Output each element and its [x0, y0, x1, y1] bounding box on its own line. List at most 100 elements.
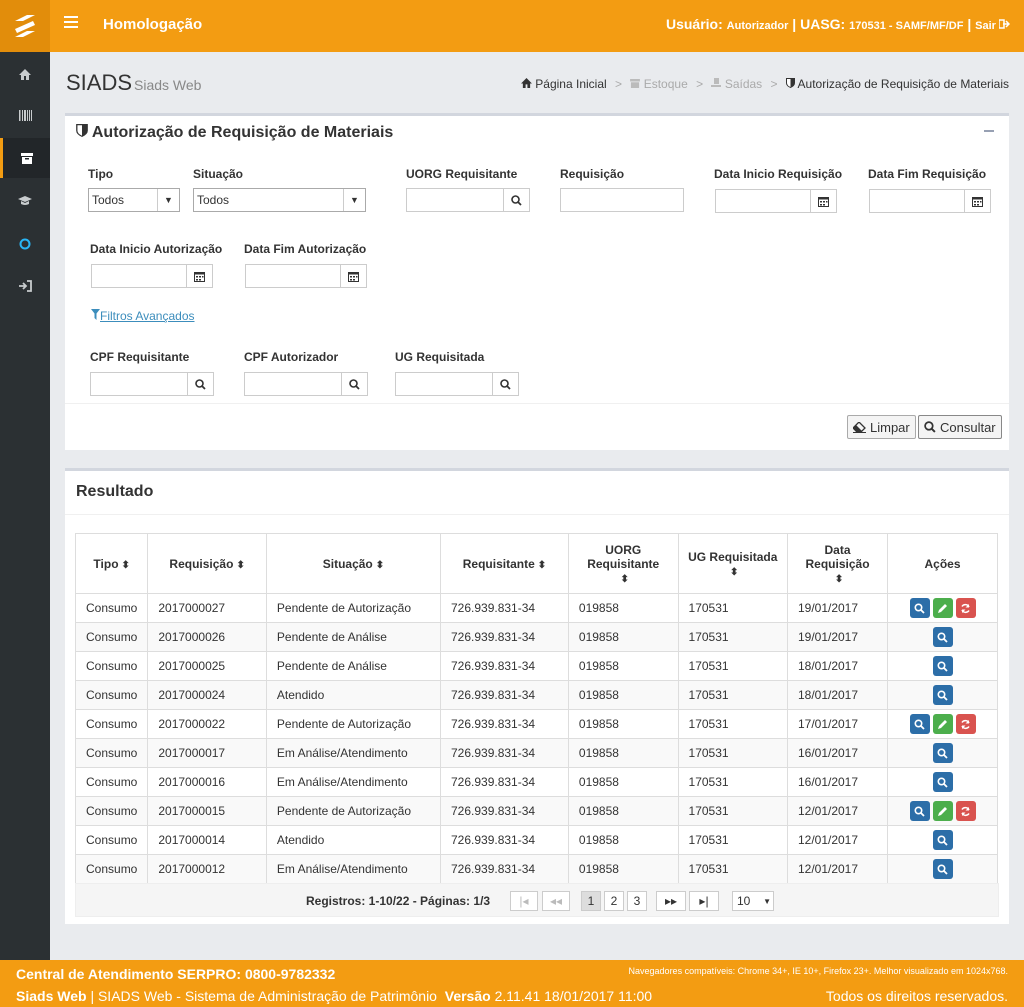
- data-fim-autorizacao-input[interactable]: [245, 264, 367, 288]
- cell-actions: [887, 680, 998, 710]
- results-table: Tipo ⬍ Requisição ⬍ Situação ⬍ Requisitante…: [74, 533, 998, 884]
- page-1-button[interactable]: 1: [581, 891, 601, 911]
- data-fim-requisicao-label: Data Fim Requisição: [868, 167, 987, 181]
- page-size-select[interactable]: 10 ▼: [732, 891, 774, 911]
- cell-situacao: Pendente de Análise: [265, 622, 441, 652]
- search-icon[interactable]: [909, 714, 930, 734]
- cell-ug: 170531: [677, 738, 788, 768]
- pencil-icon[interactable]: [932, 801, 953, 821]
- table-row: Consumo 2017000025 Pendente de Análise 726.…: [74, 651, 998, 681]
- collapse-icon[interactable]: [984, 130, 994, 132]
- table-row: Consumo 2017000027 Pendente de Autorização…: [74, 593, 998, 623]
- cell-data: 12/01/2017: [786, 854, 889, 884]
- search-icon[interactable]: [503, 189, 529, 211]
- calendar-icon[interactable]: [810, 190, 836, 212]
- cpf-requisitante-input[interactable]: [90, 372, 214, 396]
- data-inicio-autorizacao-input[interactable]: [91, 264, 213, 288]
- cell-ug: 170531: [677, 854, 788, 884]
- circle-icon[interactable]: [0, 224, 50, 264]
- cell-requisicao: 2017000014: [147, 825, 267, 855]
- next-page-button[interactable]: ▸▸: [656, 891, 686, 911]
- col-requisicao[interactable]: Requisição ⬍: [147, 533, 267, 594]
- cell-uorg: 019858: [567, 709, 679, 739]
- search-button[interactable]: Consultar: [918, 415, 1002, 439]
- col-tipo[interactable]: Tipo ⬍: [74, 533, 149, 594]
- home-icon: [520, 78, 532, 88]
- calendar-icon[interactable]: [340, 265, 366, 287]
- search-icon[interactable]: [932, 685, 953, 705]
- cell-situacao: Pendente de Autorização: [265, 709, 441, 739]
- search-icon[interactable]: [932, 772, 953, 792]
- sort-icon: ⬍: [730, 566, 739, 578]
- pencil-icon[interactable]: [932, 598, 953, 618]
- search-icon[interactable]: [909, 598, 930, 618]
- table-row: Consumo 2017000017 Em Análise/Atendimento 7…: [74, 738, 998, 768]
- pencil-icon[interactable]: [932, 714, 953, 734]
- search-icon[interactable]: [492, 373, 518, 395]
- barcode-icon[interactable]: [0, 95, 50, 135]
- menu-toggle-icon[interactable]: [64, 16, 78, 30]
- cell-uorg: 019858: [567, 825, 679, 855]
- logout-icon: [998, 19, 1011, 29]
- advanced-filters-link[interactable]: Filtros Avançados: [91, 309, 195, 323]
- search-icon[interactable]: [932, 627, 953, 647]
- uorg-input[interactable]: [406, 188, 530, 212]
- pagination: Registros: 1-10/22 - Páginas: 1/3 |◂ ◂◂ …: [75, 883, 999, 917]
- col-requisitante[interactable]: Requisitante ⬍: [439, 533, 569, 594]
- first-page-button[interactable]: |◂: [510, 891, 538, 911]
- page-2-button[interactable]: 2: [604, 891, 624, 911]
- data-fim-requisicao-input[interactable]: [869, 189, 991, 213]
- refresh-icon[interactable]: [955, 801, 976, 821]
- home-icon[interactable]: [0, 54, 50, 94]
- search-icon[interactable]: [932, 743, 953, 763]
- search-icon[interactable]: [909, 801, 930, 821]
- cpf-autorizador-input[interactable]: [244, 372, 368, 396]
- cell-tipo: Consumo: [74, 796, 149, 826]
- refresh-icon[interactable]: [955, 714, 976, 734]
- cell-uorg: 019858: [567, 854, 679, 884]
- col-uorg[interactable]: UORG Requisitante ⬍: [567, 533, 679, 594]
- page-3-button[interactable]: 3: [627, 891, 647, 911]
- prev-page-button[interactable]: ◂◂: [542, 891, 570, 911]
- situacao-select[interactable]: Todos ▼: [193, 188, 366, 212]
- filters-title: Autorização de Requisição de Materiais: [76, 124, 393, 142]
- clear-button[interactable]: Limpar: [847, 415, 916, 439]
- siads-logo[interactable]: [0, 0, 50, 52]
- cell-requisitante: 726.939.831-34: [439, 825, 569, 855]
- calendar-icon[interactable]: [964, 190, 990, 212]
- user-value: Autorizador: [726, 20, 789, 32]
- search-icon[interactable]: [932, 656, 953, 676]
- last-page-button[interactable]: ▸|: [689, 891, 719, 911]
- archive-icon[interactable]: [0, 138, 50, 178]
- cell-situacao: Em Análise/Atendimento: [265, 738, 441, 768]
- cpf-autorizador-label: CPF Autorizador: [244, 350, 339, 364]
- search-icon[interactable]: [932, 830, 953, 850]
- cell-tipo: Consumo: [74, 680, 149, 710]
- cell-uorg: 019858: [567, 622, 679, 652]
- logout-link[interactable]: Sair: [975, 19, 1011, 32]
- table-row: Consumo 2017000022 Pendente de Autorização…: [74, 709, 998, 739]
- col-data[interactable]: Data Requisição ⬍: [786, 533, 889, 594]
- search-icon[interactable]: [932, 859, 953, 879]
- breadcrumb-home[interactable]: Página Inicial: [520, 77, 607, 91]
- cell-actions: [887, 593, 998, 623]
- ug-requisitada-input[interactable]: [395, 372, 519, 396]
- requisicao-input[interactable]: [560, 188, 684, 212]
- graduation-cap-icon[interactable]: [0, 181, 50, 221]
- col-ug[interactable]: UG Requisitada ⬍: [677, 533, 788, 594]
- search-icon[interactable]: [187, 373, 213, 395]
- cell-tipo: Consumo: [74, 854, 149, 884]
- col-situacao[interactable]: Situação ⬍: [265, 533, 441, 594]
- cell-requisitante: 726.939.831-34: [439, 651, 569, 681]
- sign-in-icon[interactable]: [0, 266, 50, 306]
- tipo-select[interactable]: Todos ▼: [88, 188, 180, 212]
- breadcrumb-saidas[interactable]: Saídas: [711, 77, 762, 91]
- calendar-icon[interactable]: [186, 265, 212, 287]
- user-label: Usuário:: [665, 16, 723, 32]
- cell-tipo: Consumo: [74, 593, 149, 623]
- breadcrumb-estoque[interactable]: Estoque: [630, 77, 688, 91]
- refresh-icon[interactable]: [955, 598, 976, 618]
- search-icon[interactable]: [341, 373, 367, 395]
- data-inicio-requisicao-input[interactable]: [715, 189, 837, 213]
- cell-requisitante: 726.939.831-34: [439, 622, 569, 652]
